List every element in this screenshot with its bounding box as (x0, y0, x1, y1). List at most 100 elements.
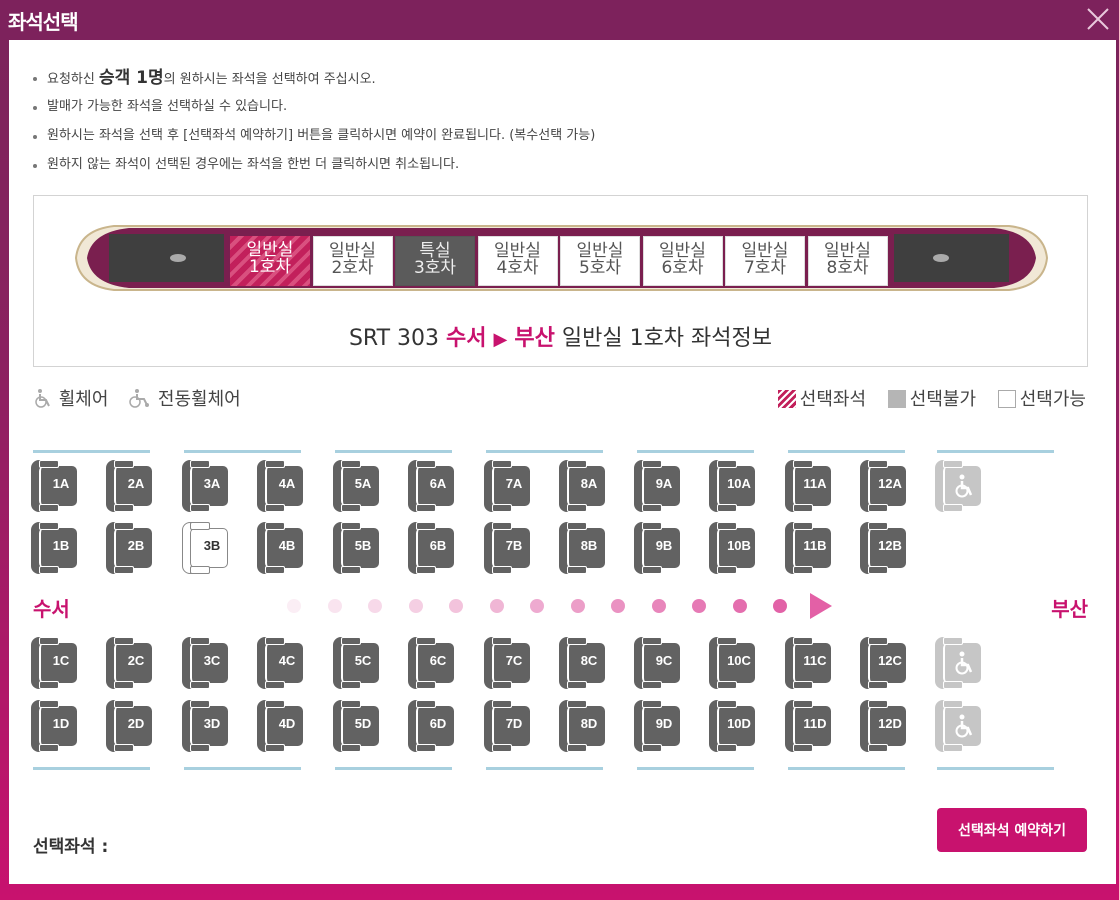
seat-armrest (567, 637, 587, 645)
seat-11B: 11B (785, 522, 831, 574)
seat-number-label: 2D (127, 716, 145, 731)
seat-armrest (943, 460, 963, 468)
seat-12C: 12C (860, 637, 906, 689)
direction-dot (327, 599, 342, 613)
seat-armrest (642, 460, 662, 468)
notice-item: 요청하신 승객 1명의 원하시는 좌석을 선택하여 주십시오. (33, 64, 595, 93)
seat-rail-divider (937, 767, 1054, 770)
wheelchair-legend: 휠체어 전동휠체어 (33, 385, 255, 411)
seat-armrest (492, 681, 512, 689)
car-6-button[interactable]: 일반실 6호차 (642, 236, 723, 286)
notice-item: 발매가 가능한 좌석을 선택하실 수 있습니다. (33, 93, 595, 122)
seat-number-label: 11D (803, 716, 827, 731)
seat-number-label: 7D (505, 716, 523, 731)
seat-armrest (717, 681, 737, 689)
seat-number-label: 4B (278, 538, 296, 553)
seat-10A: 10A (709, 460, 755, 512)
seat-number-label: 12B (878, 538, 902, 553)
seat-armrest (341, 504, 361, 512)
seat-armrest (943, 637, 963, 645)
seat-8B: 8B (559, 522, 605, 574)
seat-number-label: 2B (127, 538, 145, 553)
seat-4A: 4A (257, 460, 303, 512)
seat-3C: 3C (182, 637, 228, 689)
seat-6C: 6C (408, 637, 454, 689)
seat-armrest (943, 681, 963, 689)
direction-dot (408, 599, 423, 613)
wheelchair-icon (35, 389, 50, 408)
seat-armrest (416, 460, 436, 468)
seat-7D: 7D (484, 700, 530, 752)
seat-number-label: 3D (203, 716, 221, 731)
direction-dot (449, 599, 463, 613)
seat-armrest (868, 681, 888, 689)
car-number-label: 4호차 (496, 258, 539, 278)
car-4-button[interactable]: 일반실 4호차 (477, 236, 558, 286)
seat-armrest (265, 637, 285, 645)
seat-10C: 10C (709, 637, 755, 689)
seat-number-label: 7A (505, 476, 523, 491)
seat-5D: 5D (333, 700, 379, 752)
direction-dot (489, 599, 504, 613)
seat-armrest (341, 566, 361, 574)
seat-armrest (114, 522, 134, 530)
car-1-button[interactable]: 일반실 1호차 (230, 236, 310, 286)
seat-rail-divider (937, 450, 1054, 453)
seat-11D: 11D (785, 700, 831, 752)
direction-arrow-icon (810, 593, 832, 619)
car-2-button[interactable]: 일반실 2호차 (312, 236, 393, 286)
wheelchair-space-D (935, 700, 981, 752)
reserve-selected-seats-button[interactable]: 선택좌석 예약하기 (937, 808, 1087, 852)
seat-armrest (416, 522, 436, 530)
seat-armrest (793, 504, 813, 512)
seat-armrest (341, 700, 361, 708)
seat-armrest (492, 460, 512, 468)
seat-1B: 1B (31, 522, 77, 574)
seat-rail-divider (184, 450, 301, 453)
direction-arrow-icon: ▶ (493, 329, 508, 350)
seat-armrest (416, 744, 436, 752)
seat-2A: 2A (106, 460, 152, 512)
available-swatch-icon (997, 390, 1016, 408)
seat-6A: 6A (408, 460, 454, 512)
seat-armrest (39, 522, 59, 530)
seat-armrest (492, 504, 512, 512)
car-3-button[interactable]: 특실 3호차 (395, 236, 475, 286)
seat-number-label: 9C (655, 653, 673, 668)
dialog-titlebar: 좌석선택 (0, 0, 1119, 40)
seat-rail-divider (486, 450, 603, 453)
seat-armrest (717, 700, 737, 708)
seat-3D: 3D (182, 700, 228, 752)
seat-number-label: 6B (429, 538, 447, 553)
car-8-button[interactable]: 일반실 8호차 (807, 236, 888, 286)
seat-armrest (265, 566, 285, 574)
seat-armrest (567, 700, 587, 708)
car-5-button[interactable]: 일반실 5호차 (560, 236, 640, 286)
seat-armrest (567, 504, 587, 512)
close-icon[interactable] (1083, 4, 1113, 34)
direction-dot (692, 599, 706, 613)
seat-number-label: 7B (505, 538, 523, 553)
seat-number-label: 8D (580, 716, 598, 731)
seat-armrest (190, 700, 210, 708)
car-7-button[interactable]: 일반실 7호차 (725, 236, 805, 286)
seat-armrest (190, 637, 210, 645)
seat-6B: 6B (408, 522, 454, 574)
wheelchair-icon (955, 651, 973, 675)
seat-armrest (567, 460, 587, 468)
seat-armrest (265, 504, 285, 512)
seat-armrest (793, 700, 813, 708)
seat-number-label: 1D (52, 716, 70, 731)
car-number-label: 7호차 (743, 258, 787, 278)
seat-number-label: 10A (727, 476, 751, 491)
seat-8C: 8C (559, 637, 605, 689)
seat-armrest (265, 700, 285, 708)
seat-rail-divider (184, 767, 301, 770)
seat-8A: 8A (559, 460, 605, 512)
seat-3B[interactable]: 3B (182, 522, 228, 574)
seat-armrest (190, 744, 210, 752)
seat-armrest (114, 700, 134, 708)
seat-number-label: 1B (52, 538, 70, 553)
seat-armrest (416, 700, 436, 708)
seat-number-label: 6C (429, 653, 447, 668)
